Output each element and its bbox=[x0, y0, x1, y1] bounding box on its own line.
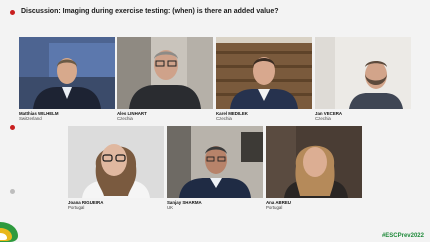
caption-abreu: Ana ABREU Portugal bbox=[266, 200, 291, 210]
caption-linhart: Ales LINHART Czechia bbox=[117, 111, 147, 121]
video-tile-medilek bbox=[216, 37, 312, 109]
slide-marker-dot bbox=[10, 125, 15, 130]
participant-country: Czechia bbox=[216, 116, 232, 121]
esc-logo-icon bbox=[0, 222, 18, 242]
video-tile-rigueira bbox=[68, 126, 164, 198]
slide-title: Discussion: Imaging during exercise test… bbox=[21, 8, 279, 15]
caption-medilek: Karel MEDILEK Czechia bbox=[216, 111, 248, 121]
participant-country: Switzerland bbox=[19, 116, 42, 121]
video-tile-abreu bbox=[266, 126, 362, 198]
title-bullet bbox=[10, 10, 15, 15]
participant-video bbox=[19, 37, 115, 109]
participant-country: Czechia bbox=[315, 116, 331, 121]
caption-sharma: Sanjay SHARMA UK bbox=[167, 200, 202, 210]
participant-video bbox=[315, 37, 411, 109]
slide-marker-dot bbox=[10, 189, 15, 194]
participant-country: UK bbox=[167, 205, 174, 210]
participant-video bbox=[266, 126, 362, 198]
caption-wilhelm: Matthias WILHELM Switzerland bbox=[19, 111, 59, 121]
video-tile-linhart bbox=[117, 37, 213, 109]
video-tile-sharma bbox=[167, 126, 263, 198]
caption-vecera: Jan VECERA Czechia bbox=[315, 111, 342, 121]
participant-country: Portugal bbox=[68, 205, 85, 210]
participant-country: Czechia bbox=[117, 116, 133, 121]
participant-video bbox=[216, 37, 312, 109]
video-tile-wilhelm bbox=[19, 37, 115, 109]
participant-video bbox=[117, 37, 213, 109]
video-tile-vecera bbox=[315, 37, 411, 109]
participant-country: Portugal bbox=[266, 205, 283, 210]
participant-video bbox=[167, 126, 263, 198]
participant-video bbox=[68, 126, 164, 198]
event-hashtag: #ESCPrev2022 bbox=[381, 233, 424, 239]
caption-rigueira: Joana RIGUEIRA Portugal bbox=[68, 200, 103, 210]
